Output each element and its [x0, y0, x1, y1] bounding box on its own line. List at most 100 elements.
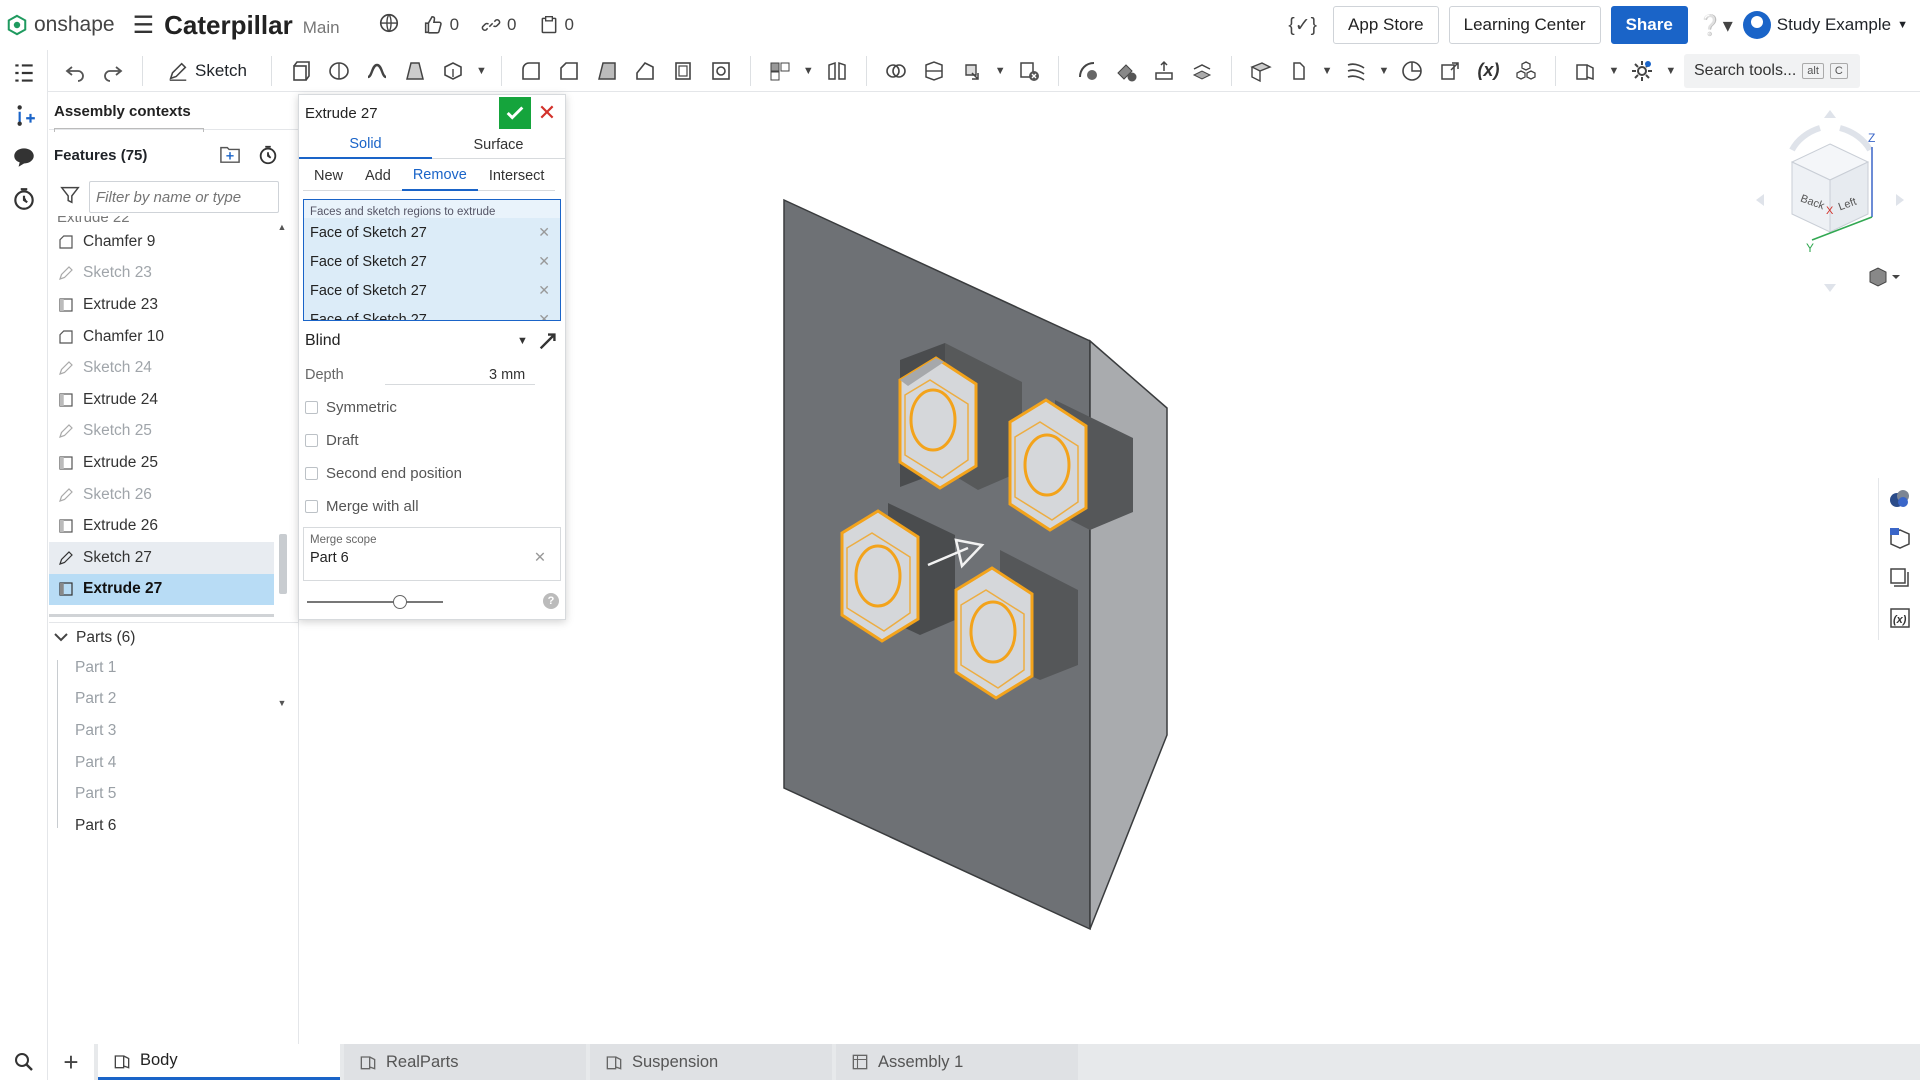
selected-face-2[interactable] [1008, 398, 1088, 532]
view-arrow-right-icon[interactable] [1896, 194, 1904, 206]
rollback-timer-icon[interactable] [257, 144, 279, 170]
feature-item-sketch-26[interactable]: Sketch 26 [49, 479, 274, 511]
sketch-button[interactable]: Sketch [157, 55, 257, 87]
chevron-down-icon[interactable]: ▼ [995, 65, 1006, 77]
selection-item[interactable]: Face of Sketch 27 ✕ [304, 305, 560, 320]
flip-direction-icon[interactable] [537, 330, 559, 352]
selection-item[interactable]: Face of Sketch 27 ✕ [304, 247, 560, 276]
op-intersect[interactable]: Intersect [477, 161, 556, 191]
help-icon[interactable]: ❔▾ [1698, 13, 1733, 38]
slider-track[interactable] [307, 601, 443, 603]
tab-body[interactable]: Body [98, 1044, 340, 1080]
feature-list-icon[interactable] [0, 52, 48, 94]
part-item-5[interactable]: Part 5 [49, 778, 299, 810]
split-icon[interactable] [919, 56, 949, 86]
scrollbar-thumb[interactable] [279, 534, 287, 594]
view-arrow-down-icon[interactable] [1824, 284, 1836, 292]
rollback-bar[interactable] [49, 614, 274, 617]
selected-face-4[interactable] [954, 566, 1034, 700]
merge-scope-box[interactable]: Merge scope Part 6 ✕ [303, 527, 561, 581]
appearance-icon[interactable] [1879, 478, 1920, 518]
revolve-icon[interactable] [324, 56, 354, 86]
view-options-icon[interactable] [1869, 267, 1900, 287]
draft-option[interactable]: Draft [299, 424, 565, 457]
move-face-icon[interactable] [1149, 56, 1179, 86]
selection-item[interactable]: Face of Sketch 27 ✕ [304, 218, 560, 247]
feature-item-sketch-23[interactable]: Sketch 23 [49, 258, 274, 290]
filter-input[interactable] [89, 181, 279, 213]
part-item-6[interactable]: Part 6 [49, 810, 299, 842]
tab-surface[interactable]: Surface [432, 131, 565, 159]
copy-counter[interactable]: 0 [539, 15, 574, 35]
fillet-icon[interactable] [516, 56, 546, 86]
draft-checkbox[interactable] [305, 434, 318, 447]
chevron-down-icon[interactable]: ▼ [803, 65, 814, 77]
extrude-icon[interactable] [286, 56, 316, 86]
selected-face-3[interactable] [840, 509, 920, 643]
configuration-icon[interactable] [1511, 56, 1541, 86]
share-button[interactable]: Share [1610, 6, 1688, 44]
document-title[interactable]: Caterpillar [164, 10, 293, 41]
cancel-button[interactable]: ✕ [533, 97, 561, 129]
delete-face-icon[interactable] [1111, 56, 1141, 86]
feature-item-sketch-25[interactable]: Sketch 25 [49, 416, 274, 448]
chamfer-icon[interactable] [554, 56, 584, 86]
custom-features-icon[interactable] [1627, 56, 1657, 86]
linear-pattern-icon[interactable] [765, 56, 795, 86]
part-item-2[interactable]: Part 2 [49, 684, 299, 716]
transform-icon[interactable] [957, 56, 987, 86]
globe-icon[interactable] [378, 12, 400, 39]
user-menu[interactable]: Study Example ▼ [1742, 11, 1908, 39]
sheet-metal-icon[interactable] [1570, 56, 1600, 86]
depth-field[interactable]: Depth 3 mm [299, 359, 565, 391]
remove-selection-icon[interactable]: ✕ [538, 311, 550, 320]
menu-icon[interactable]: ☰ [133, 11, 155, 40]
help-icon[interactable]: ? [543, 593, 559, 609]
remove-selection-icon[interactable]: ✕ [538, 282, 550, 299]
mass-properties-icon[interactable] [1879, 518, 1920, 558]
tab-suspension[interactable]: Suspension [590, 1044, 832, 1080]
loft-icon[interactable] [400, 56, 430, 86]
feature-item-extrude-27[interactable]: Extrude 27 [49, 573, 274, 606]
feature-item-extrude-24[interactable]: Extrude 24 [49, 384, 274, 416]
mirror-icon[interactable] [822, 56, 852, 86]
draft-icon[interactable] [592, 56, 622, 86]
assembly-contexts-tab[interactable] [54, 128, 204, 132]
bom-icon[interactable] [1879, 558, 1920, 598]
op-add[interactable]: Add [354, 161, 402, 191]
tab-assembly-1[interactable]: Assembly 1 [836, 1044, 1078, 1080]
selected-face-1[interactable] [898, 356, 978, 490]
insert-part-icon[interactable] [0, 94, 48, 136]
shell-icon[interactable] [668, 56, 698, 86]
measure-icon[interactable] [1397, 56, 1427, 86]
boolean-icon[interactable] [881, 56, 911, 86]
add-folder-icon[interactable] [219, 144, 241, 170]
parts-header[interactable]: Parts (6) [49, 622, 299, 652]
depth-value[interactable]: 3 mm [489, 367, 525, 383]
feature-item-extrude-23[interactable]: Extrude 23 [49, 289, 274, 321]
part-item-1[interactable]: Part 1 [49, 652, 299, 684]
symmetric-checkbox[interactable] [305, 401, 318, 414]
app-search-icon[interactable] [0, 1044, 48, 1080]
undo-icon[interactable] [60, 56, 90, 86]
rib-icon[interactable] [630, 56, 660, 86]
slider-thumb[interactable] [393, 595, 407, 609]
faces-selection-box[interactable]: Faces and sketch regions to extrude Face… [303, 199, 561, 321]
assembly-contexts-header[interactable]: Assembly contexts [49, 94, 298, 130]
feature-item-chamfer-10[interactable]: Chamfer 10 [49, 321, 274, 353]
scroll-up-icon[interactable]: ▲ [276, 222, 288, 232]
graphics-viewport[interactable] [566, 92, 1880, 1044]
remove-scope-icon[interactable]: ✕ [534, 550, 546, 566]
feature-item-extrude-26[interactable]: Extrude 26 [49, 510, 274, 542]
helix-icon[interactable] [1341, 56, 1371, 86]
learning-center-button[interactable]: Learning Center [1448, 6, 1601, 44]
view-cube[interactable]: Back Left Z Y X [1740, 92, 1920, 292]
variable-icon[interactable]: (x) [1473, 56, 1503, 86]
add-tab-button[interactable]: + [48, 1044, 94, 1080]
tab-realparts[interactable]: RealParts [344, 1044, 586, 1080]
sweep-icon[interactable] [362, 56, 392, 86]
history-icon[interactable] [0, 178, 48, 220]
selection-item[interactable]: Face of Sketch 27 ✕ [304, 276, 560, 305]
chevron-down-icon[interactable]: ▼ [1322, 65, 1333, 77]
tab-solid[interactable]: Solid [299, 131, 432, 159]
